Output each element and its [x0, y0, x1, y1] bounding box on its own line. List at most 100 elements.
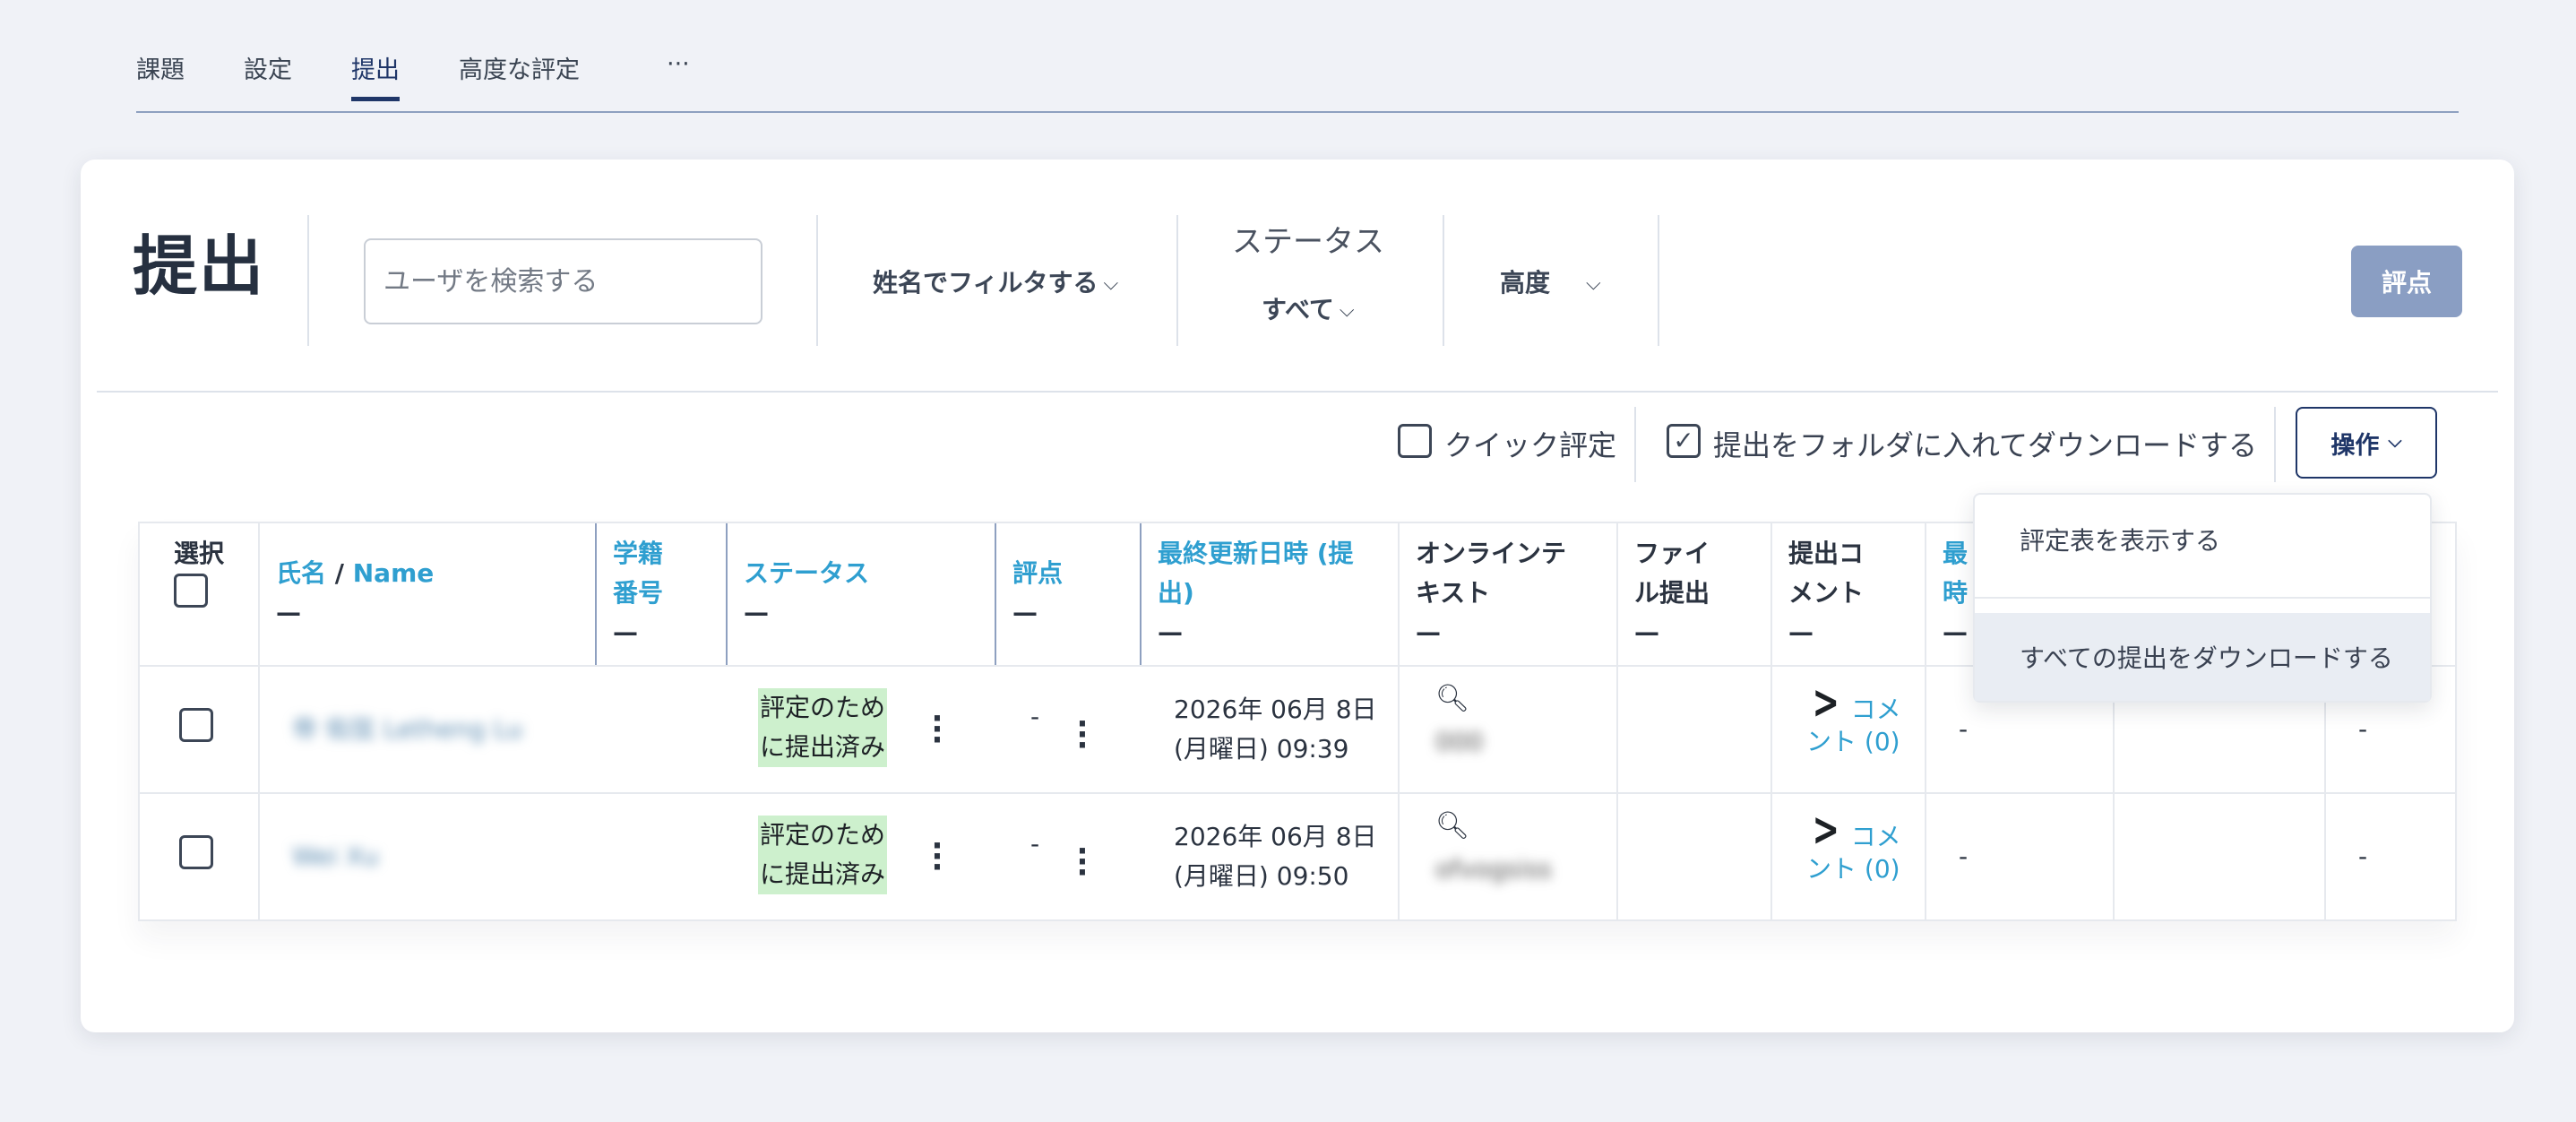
- secondary-navigation: 課題 設定 提出 高度な評定 ···: [136, 36, 2459, 113]
- collapse-column-dash[interactable]: —: [276, 593, 581, 633]
- last-modified-date: 2026年 06月 8日: [1174, 695, 1377, 724]
- chevron-down-icon: ⌵: [1339, 299, 1355, 322]
- online-text-preview: 000: [1435, 727, 1484, 756]
- zoom-in-icon[interactable]: 🔍︎: [1435, 679, 1469, 719]
- user-name-link[interactable]: 帝 佑弦 Letheng Lu: [292, 710, 522, 749]
- advanced-filter-dropdown[interactable]: 高度 ⌵: [1500, 263, 1601, 299]
- actions-dropdown-menu: 評定表を表示する すべての提出をダウンロードする: [1973, 493, 2432, 703]
- online-text-preview: ofvogsiss: [1435, 854, 1553, 884]
- divider: [2274, 407, 2276, 482]
- chevron-down-icon: ⌵: [2388, 430, 2402, 452]
- zoom-in-icon[interactable]: 🔍︎: [1435, 807, 1469, 846]
- menu-item-download-all-submissions[interactable]: すべての提出をダウンロードする: [1975, 613, 2430, 701]
- submission-comments-label-2: メント: [1788, 578, 1865, 608]
- comments-toggle[interactable]: > コメ ント (0): [1806, 679, 1901, 762]
- cell-value: -: [1959, 842, 1969, 871]
- online-text-label-1: オンラインテ: [1416, 539, 1567, 568]
- page-title: 提出: [133, 229, 266, 304]
- menu-item-view-gradebook[interactable]: 評定表を表示する: [1975, 495, 2430, 584]
- chevron-down-icon: ⌵: [1103, 272, 1119, 295]
- quick-grading-checkbox[interactable]: [1398, 424, 1432, 458]
- grade-value: -: [1030, 702, 1040, 731]
- tab-settings[interactable]: 設定: [244, 50, 292, 85]
- divider: [1176, 215, 1178, 346]
- divider: [816, 215, 818, 346]
- status-line-1: 評定のため: [758, 816, 888, 855]
- divider: [97, 391, 2498, 393]
- grade-header-label: 評点: [1012, 558, 1064, 588]
- column-header-student-id[interactable]: 学籍 番号 —: [597, 523, 728, 665]
- last-modified-time: (月曜日) 09:39: [1174, 734, 1349, 764]
- file-submission-label-2: ル提出: [1634, 578, 1710, 608]
- actions-menu-button[interactable]: 操作 ⌵: [2296, 407, 2437, 479]
- online-text-label-2: キスト: [1416, 578, 1491, 608]
- status-filter-title: ステータス: [1232, 224, 1384, 260]
- collapse-column-dash[interactable]: —: [744, 593, 980, 633]
- column-header-name[interactable]: 氏名 / Name —: [260, 543, 597, 685]
- status-badge: 評定のため に提出済み: [758, 688, 888, 767]
- divider: [1443, 215, 1444, 346]
- status-kebab-menu-icon[interactable]: · · ·: [928, 703, 946, 755]
- divider: [1634, 407, 1636, 482]
- last-modified-time: (月曜日) 09:50: [1174, 861, 1349, 891]
- divider: [307, 215, 309, 346]
- collapse-column-dash[interactable]: —: [1158, 613, 1383, 652]
- column-header-select: 選択: [158, 523, 247, 665]
- table-row: Wei Xu 評定のため に提出済み · · · - · · · 2026年 06月 8…: [140, 792, 2455, 919]
- tab-more[interactable]: ···: [667, 50, 690, 78]
- first-name-sort-link[interactable]: 氏名: [276, 558, 326, 588]
- submissions-card: 提出 姓名でフィルタする⌵ ステータス すべて⌵ 高度⌵ 評点 クイック評定 ✓…: [81, 160, 2514, 1032]
- collapse-column-dash[interactable]: —: [1012, 593, 1125, 633]
- divider: [1658, 215, 1659, 346]
- user-name-link[interactable]: Wei Xu: [292, 837, 379, 876]
- tab-advanced-grading[interactable]: 高度な評定: [459, 50, 580, 85]
- search-input[interactable]: [364, 238, 762, 324]
- select-header-label: 選択: [174, 539, 225, 568]
- status-filter-dropdown[interactable]: すべて ⌵: [1262, 290, 1355, 326]
- submission-comments-label-1: 提出コ: [1788, 539, 1865, 568]
- comments-toggle[interactable]: > コメ ント (0): [1806, 803, 1901, 889]
- last-modified-value: 2026年 06月 8日 (月曜日) 09:50: [1174, 817, 1377, 896]
- grade-button[interactable]: 評点: [2351, 246, 2462, 317]
- column-header-status[interactable]: ステータス —: [728, 543, 996, 685]
- collapse-column-dash[interactable]: —: [1416, 613, 1602, 652]
- chevron-right-icon: >: [1812, 803, 1840, 857]
- cell-value: -: [2358, 714, 2368, 744]
- column-header-grade[interactable]: 評点 —: [996, 543, 1142, 685]
- name-separator: /: [326, 558, 353, 588]
- last-name-sort-link[interactable]: Name: [353, 558, 435, 588]
- column-header-last-modified[interactable]: 最終更新日時 (提 出) —: [1142, 523, 1400, 665]
- collapse-column-dash[interactable]: —: [1788, 613, 1910, 652]
- grade-kebab-menu-icon[interactable]: · · ·: [1073, 709, 1091, 761]
- chevron-down-icon: ⌵: [1586, 272, 1601, 295]
- tab-assignment[interactable]: 課題: [136, 50, 185, 85]
- cell-value: -: [1959, 714, 1969, 744]
- status-line-1: 評定のため: [758, 688, 888, 728]
- quick-grading-label: クイック評定: [1444, 428, 1617, 462]
- comments-link-line-1[interactable]: コメ: [1851, 822, 1901, 851]
- row-select-checkbox[interactable]: [179, 835, 213, 869]
- student-id-label-2: 番号: [613, 578, 664, 608]
- actions-label: 操作: [2330, 431, 2380, 460]
- cell-value: -: [2358, 842, 2368, 871]
- select-all-checkbox[interactable]: [174, 574, 208, 608]
- row-select-checkbox[interactable]: [179, 708, 213, 742]
- comments-link-line-1[interactable]: コメ: [1851, 695, 1901, 724]
- name-filter-dropdown[interactable]: 姓名でフィルタする ⌵: [873, 263, 1118, 299]
- name-filter-label: 姓名でフィルタする: [873, 268, 1098, 298]
- tab-submissions[interactable]: 提出: [351, 50, 400, 101]
- status-line-2: に提出済み: [758, 728, 888, 767]
- column-header-online-text: オンラインテ キスト —: [1400, 523, 1618, 665]
- grade-kebab-menu-icon[interactable]: · · ·: [1073, 836, 1091, 888]
- column-header-file-submission: ファイ ル提出 —: [1618, 523, 1772, 665]
- column-header-submission-comments: 提出コ メント —: [1772, 523, 1926, 665]
- status-badge: 評定のため に提出済み: [758, 816, 888, 894]
- status-line-2: に提出済み: [758, 855, 888, 894]
- advanced-filter-label: 高度: [1500, 268, 1551, 298]
- collapse-column-dash[interactable]: —: [613, 613, 711, 652]
- status-kebab-menu-icon[interactable]: · · ·: [928, 831, 946, 883]
- download-in-folders-checkbox[interactable]: ✓: [1667, 424, 1701, 458]
- download-in-folders-label: 提出をフォルダに入れてダウンロードする: [1713, 428, 2258, 462]
- status-filter-value: すべて: [1262, 295, 1334, 324]
- collapse-column-dash[interactable]: —: [1634, 613, 1756, 652]
